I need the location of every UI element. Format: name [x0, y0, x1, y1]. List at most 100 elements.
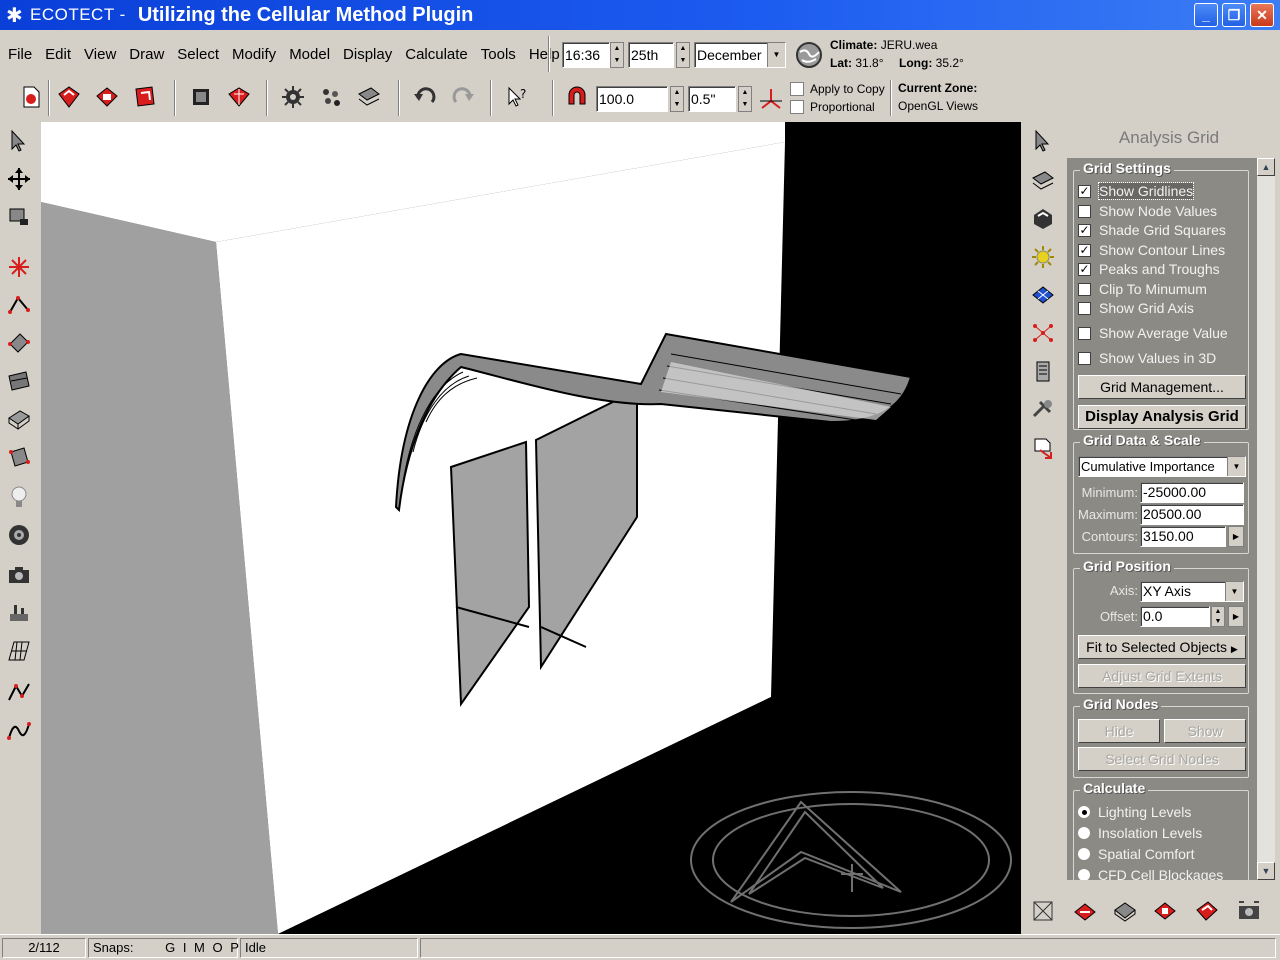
grid-object-icon[interactable] — [4, 636, 34, 666]
close-button[interactable]: ✕ — [1250, 3, 1274, 27]
option-clip-to-minimum[interactable]: Clip To Minumum — [1078, 280, 1207, 298]
increment-spinner[interactable]: ▲ ▼ — [738, 86, 752, 112]
minimize-button[interactable]: _ — [1194, 3, 1218, 27]
light-bulb-icon[interactable] — [4, 482, 34, 512]
display-analysis-grid-button[interactable]: Display Analysis Grid — [1078, 405, 1246, 429]
proportional-checkbox[interactable] — [790, 100, 804, 114]
3d-viewport[interactable] — [41, 122, 1021, 934]
ray-tracing-icon[interactable] — [1028, 318, 1058, 348]
select-grid-nodes-button[interactable]: Select Grid Nodes — [1078, 747, 1246, 771]
open-model-icon[interactable] — [54, 82, 84, 112]
hide-nodes-button[interactable]: Hide — [1078, 719, 1160, 743]
option-show-values-in-3d[interactable]: Show Values in 3D — [1078, 349, 1216, 367]
polyline-icon[interactable] — [4, 678, 34, 708]
radio-cfd-cell-blockages[interactable]: CFD Cell Blockages — [1078, 866, 1223, 880]
menu-select[interactable]: Select — [177, 46, 219, 63]
export-report-icon[interactable] — [1028, 434, 1058, 464]
adjust-grid-extents-button[interactable]: Adjust Grid Extents — [1078, 664, 1246, 688]
screenshot-camera-icon[interactable] — [1234, 896, 1264, 926]
contours-arrow-icon[interactable]: ▶ — [1228, 526, 1244, 547]
grid-cube-icon[interactable] — [224, 82, 254, 112]
menu-file[interactable]: File — [8, 46, 32, 63]
radio-lighting-levels[interactable]: Lighting Levels — [1078, 803, 1191, 821]
scroll-down-icon[interactable]: ▼ — [1257, 862, 1275, 880]
export-icon[interactable] — [130, 82, 160, 112]
fit-to-selected-button[interactable]: Fit to Selected Objects ▶ — [1078, 635, 1246, 659]
menu-calculate[interactable]: Calculate — [405, 46, 468, 63]
camera-icon[interactable] — [4, 560, 34, 590]
surface-icon[interactable] — [4, 366, 34, 396]
time-spinner[interactable]: ▲ ▼ — [610, 42, 624, 68]
offset-arrow-icon[interactable]: ▶ — [1228, 606, 1244, 627]
thermal-icon[interactable] — [1028, 356, 1058, 386]
view-perspective-icon[interactable] — [1028, 896, 1058, 926]
day-field[interactable]: 25th — [628, 42, 674, 68]
snaps-value[interactable]: G I M O P — [165, 940, 241, 955]
help-pointer-icon[interactable]: ? — [502, 82, 532, 112]
undo-icon[interactable] — [410, 82, 440, 112]
show-nodes-button[interactable]: Show — [1164, 719, 1246, 743]
menu-display[interactable]: Display — [343, 46, 392, 63]
apply-to-copy-checkbox[interactable] — [790, 82, 804, 96]
radio-spatial-comfort[interactable]: Spatial Comfort — [1078, 845, 1194, 863]
plane-icon[interactable] — [4, 328, 34, 358]
option-peaks-and-troughs[interactable]: ✓ Peaks and Troughs — [1078, 260, 1220, 278]
axis-dropdown[interactable]: XY Axis ▼ — [1140, 581, 1244, 602]
menu-tools[interactable]: Tools — [481, 46, 516, 63]
menu-draw[interactable]: Draw — [129, 46, 164, 63]
menu-modify[interactable]: Modify — [232, 46, 276, 63]
grid-management-button[interactable]: Grid Management... — [1078, 375, 1246, 399]
view-top-icon[interactable] — [1150, 896, 1180, 926]
contours-input[interactable]: 3150.00 — [1140, 526, 1226, 547]
option-shade-grid-squares[interactable]: ✓ Shade Grid Squares — [1078, 221, 1226, 239]
materials-icon[interactable] — [1028, 204, 1058, 234]
sun-icon[interactable] — [1028, 242, 1058, 272]
offset-input[interactable]: 0.0 — [1140, 606, 1210, 627]
view-iso-icon[interactable] — [1192, 896, 1222, 926]
scale-spinner[interactable]: ▲ ▼ — [670, 86, 684, 112]
current-zone-value[interactable]: OpenGL Views — [898, 99, 978, 113]
option-show-average-value[interactable]: Show Average Value — [1078, 324, 1228, 342]
increment-input[interactable]: 0.5" — [688, 86, 736, 112]
menu-edit[interactable]: Edit — [45, 46, 71, 63]
line-icon[interactable] — [4, 290, 34, 320]
layer-stack-icon[interactable] — [1028, 166, 1058, 196]
view-front-icon[interactable] — [1070, 896, 1100, 926]
option-show-gridlines[interactable]: ✓ Show Gridlines — [1078, 182, 1195, 200]
data-type-dropdown[interactable]: Cumulative Importance ▼ — [1078, 456, 1246, 477]
point-icon[interactable] — [4, 252, 34, 282]
minimum-input[interactable]: -25000.00 — [1140, 482, 1244, 503]
particles-icon[interactable] — [316, 82, 346, 112]
settings-gear-icon[interactable] — [278, 82, 308, 112]
zoom-icon[interactable] — [4, 202, 34, 232]
offset-spinner[interactable]: ▲ ▼ — [1211, 606, 1225, 627]
restore-button[interactable]: ❐ — [1222, 3, 1246, 27]
day-spinner[interactable]: ▲ ▼ — [676, 42, 690, 68]
redo-icon[interactable] — [448, 82, 478, 112]
time-field[interactable]: 16:36 — [562, 42, 610, 68]
analysis-grid-icon[interactable] — [1028, 280, 1058, 310]
tools-icon[interactable] — [1028, 394, 1058, 424]
appliance-icon[interactable] — [4, 598, 34, 628]
option-show-contour-lines[interactable]: ✓ Show Contour Lines — [1078, 241, 1225, 259]
layers-icon[interactable] — [354, 82, 384, 112]
speaker-icon[interactable] — [4, 520, 34, 550]
save-model-icon[interactable] — [92, 82, 122, 112]
select-arrow-icon[interactable] — [1028, 126, 1058, 156]
option-show-grid-axis[interactable]: Show Grid Axis — [1078, 299, 1194, 317]
menu-model[interactable]: Model — [289, 46, 330, 63]
panel-icon[interactable] — [4, 442, 34, 472]
menu-help[interactable]: Help — [529, 46, 560, 63]
snap-magnet-icon[interactable] — [562, 82, 592, 112]
radio-insolation-levels[interactable]: Insolation Levels — [1078, 824, 1202, 842]
option-show-node-values[interactable]: Show Node Values — [1078, 202, 1217, 220]
globe-icon[interactable] — [794, 40, 824, 70]
axes-icon[interactable] — [756, 84, 786, 114]
move-icon[interactable] — [4, 164, 34, 194]
zone-icon[interactable] — [4, 404, 34, 434]
view-side-icon[interactable] — [1110, 896, 1140, 926]
new-file-icon[interactable] — [16, 82, 46, 112]
select-arrow-icon[interactable] — [4, 126, 34, 156]
panel-scrollbar[interactable]: ▲ ▼ — [1257, 158, 1275, 880]
curve-icon[interactable] — [4, 716, 34, 746]
